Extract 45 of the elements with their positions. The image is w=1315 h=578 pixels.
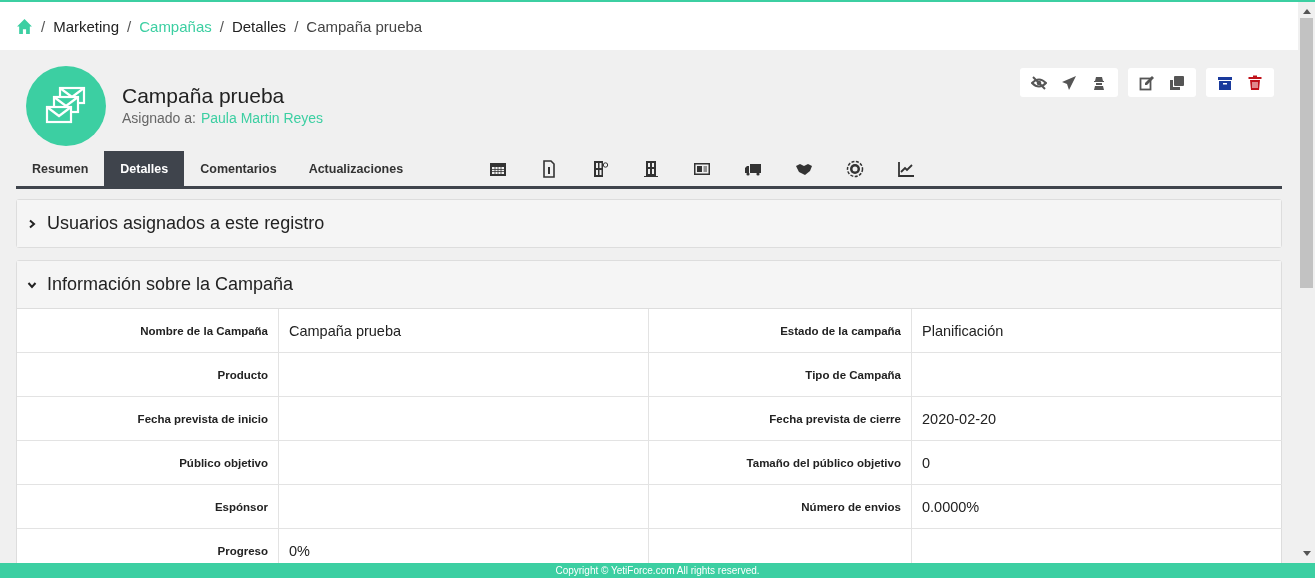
breadcrumb-item[interactable]: Detalles xyxy=(231,17,287,35)
table-cell: Fecha prevista de cierre xyxy=(649,397,912,441)
chevron-icon xyxy=(27,218,37,229)
table-cell: Producto xyxy=(17,353,279,397)
panel-title: Información sobre la Campaña xyxy=(47,274,294,295)
table-cell: 0.0000% xyxy=(912,485,1282,529)
footer-copyright: Copyright © YetiForce.com All rights reserved. xyxy=(555,565,760,576)
send-icon xyxy=(1061,74,1077,91)
target-icon xyxy=(845,159,864,178)
breadcrumb-current: Campaña prueba xyxy=(306,17,423,35)
breadcrumb-item[interactable]: Marketing xyxy=(53,17,120,35)
breadcrumb-separator: / xyxy=(294,17,299,35)
tab[interactable]: Actualizaciones xyxy=(292,151,420,186)
scroll-down-icon[interactable] xyxy=(1302,551,1311,557)
table-cell: Tamaño del público objetivo xyxy=(649,441,912,485)
building-icon xyxy=(641,159,660,178)
table-cell: Campaña prueba xyxy=(279,309,649,353)
assigned-label: Asignado a: xyxy=(122,110,196,126)
tab[interactable]: Resumen xyxy=(16,151,105,186)
table-cell: Fecha prevista de inicio xyxy=(17,397,279,441)
breadcrumb-separator: / xyxy=(219,17,224,35)
breadcrumb-separator: / xyxy=(127,17,132,35)
tab[interactable]: Detalles xyxy=(104,151,185,186)
chart-icon xyxy=(896,159,915,178)
table-cell: Estado de la campaña xyxy=(649,309,912,353)
scroll-up-icon[interactable] xyxy=(1302,8,1311,14)
table-cell: 0 xyxy=(912,441,1282,485)
table-cell: Tipo de Campaña xyxy=(649,353,912,397)
breadcrumb-separator: / xyxy=(41,17,46,35)
copy-icon xyxy=(1169,74,1185,91)
table-cell: 2020-02-20 xyxy=(912,397,1282,441)
table-cell: Planificación xyxy=(912,309,1282,353)
archive-icon xyxy=(1217,74,1233,91)
table-cell: Espónsor xyxy=(17,485,279,529)
table-cell: Nombre de la Campaña xyxy=(17,309,279,353)
eye-off-icon xyxy=(1031,74,1047,91)
trash-icon xyxy=(1247,74,1263,91)
tab[interactable]: Comentarios xyxy=(184,151,293,186)
edit-icon xyxy=(1139,74,1155,91)
panel-header[interactable]: Usuarios asignados a este registro xyxy=(17,200,1281,247)
record-title: Campaña prueba xyxy=(122,84,286,108)
table-cell: Número de envios xyxy=(649,485,912,529)
panel-header[interactable]: Información sobre la Campaña xyxy=(17,261,1281,309)
panel-title: Usuarios asignados a este registro xyxy=(47,213,325,234)
table-cell: Público objetivo xyxy=(17,441,279,485)
